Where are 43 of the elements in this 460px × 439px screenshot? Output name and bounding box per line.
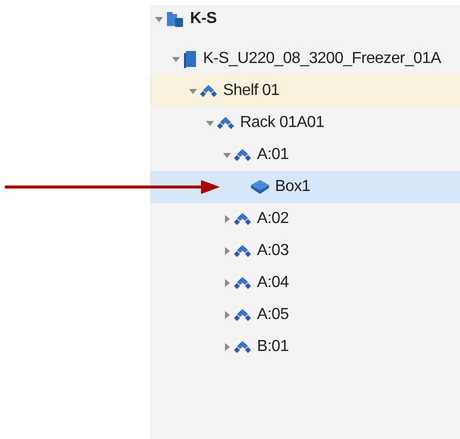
tree-row[interactable]: A:04 xyxy=(150,267,460,299)
collapsed-caret-icon[interactable] xyxy=(223,310,231,320)
expanded-caret-icon[interactable] xyxy=(223,150,231,160)
rack-icon xyxy=(217,116,234,130)
collapsed-caret-icon[interactable] xyxy=(223,246,231,256)
node-label: A:02 xyxy=(257,210,289,228)
box-icon xyxy=(251,180,269,194)
node-label: A:01 xyxy=(257,146,289,164)
folder-icon xyxy=(166,10,184,28)
rack-icon xyxy=(234,212,251,226)
rack-icon xyxy=(234,276,251,290)
collapsed-caret-icon[interactable] xyxy=(223,214,231,224)
freezer-icon xyxy=(183,50,197,68)
rack-icon xyxy=(234,308,251,322)
tree-row[interactable]: Box1 xyxy=(150,171,460,203)
collapsed-caret-icon[interactable] xyxy=(223,278,231,288)
rack-icon xyxy=(200,84,217,98)
node-label: A:03 xyxy=(257,242,289,260)
tree-row[interactable]: A:03 xyxy=(150,235,460,267)
expanded-caret-icon[interactable] xyxy=(172,54,180,64)
collapsed-caret-icon[interactable] xyxy=(223,342,231,352)
expanded-caret-icon[interactable] xyxy=(189,86,197,96)
tree-row[interactable]: K-S xyxy=(150,5,460,33)
node-label: Shelf 01 xyxy=(223,82,280,100)
expanded-caret-icon[interactable] xyxy=(206,118,214,128)
tree-row[interactable]: A:05 xyxy=(150,299,460,331)
tree-row[interactable]: K-S_U220_08_3200_Freezer_01A xyxy=(150,43,460,75)
tree-row[interactable]: Shelf 01 xyxy=(150,75,460,107)
node-label: A:05 xyxy=(257,306,289,324)
rack-icon xyxy=(234,244,251,258)
tree-row[interactable]: A:02 xyxy=(150,203,460,235)
node-label: A:04 xyxy=(257,274,289,292)
tree-row[interactable]: B:01 xyxy=(150,331,460,363)
node-label: Box1 xyxy=(275,178,310,196)
node-label: K-S xyxy=(190,10,217,28)
tree-row[interactable]: Rack 01A01 xyxy=(150,107,460,139)
rack-icon xyxy=(234,148,251,162)
tree-row[interactable]: A:01 xyxy=(150,139,460,171)
node-label: Rack 01A01 xyxy=(240,114,324,132)
expanded-caret-icon[interactable] xyxy=(155,14,163,24)
node-label: K-S_U220_08_3200_Freezer_01A xyxy=(203,50,441,68)
rack-icon xyxy=(234,340,251,354)
node-label: B:01 xyxy=(257,338,289,356)
